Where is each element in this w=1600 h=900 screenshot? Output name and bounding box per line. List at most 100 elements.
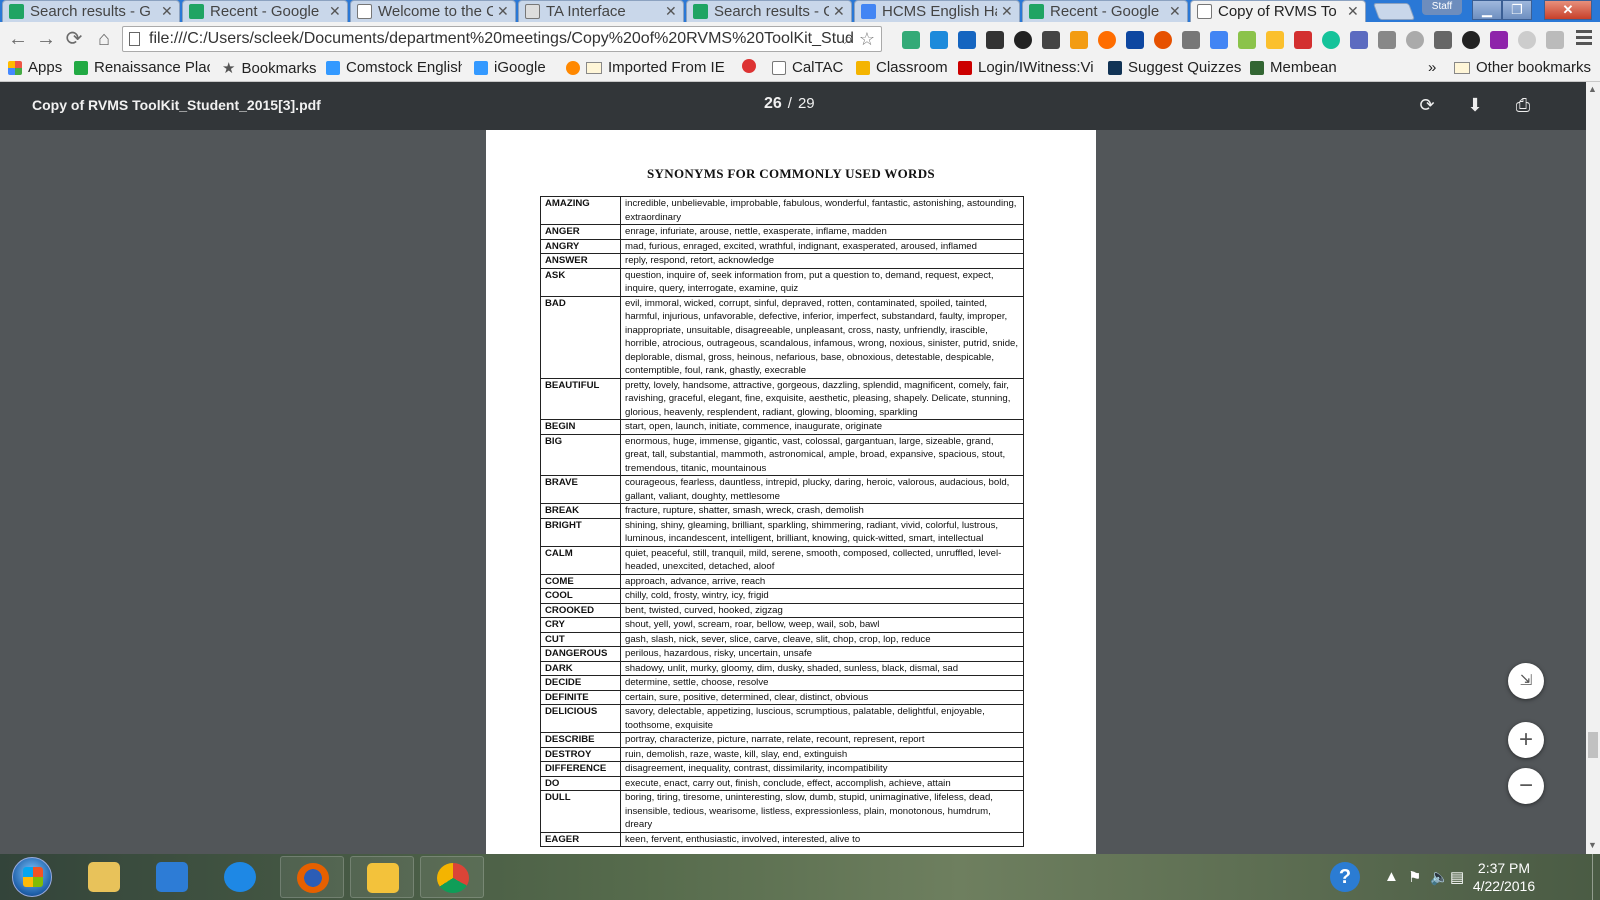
close-tab-icon[interactable]: ✕ [833,3,845,20]
extension-icon[interactable] [958,31,976,49]
close-window-button[interactable]: ✕ [1544,0,1592,20]
extension-icon[interactable] [1014,31,1032,49]
extension-icon[interactable] [902,31,920,49]
extension-icon[interactable] [1070,31,1088,49]
extension-icon[interactable] [1294,31,1312,49]
taskbar-outlook[interactable] [350,856,414,898]
bookmark-suggest-quizzes[interactable]: Suggest Quizzes [1108,59,1241,76]
pdf-viewer[interactable]: SYNONYMS FOR COMMONLY USED WORDS AMAZING… [0,130,1586,854]
close-tab-icon[interactable]: ✕ [497,3,509,20]
zoom-out-button[interactable]: − [1508,768,1544,804]
print-icon[interactable]: ⎙ [1512,94,1534,116]
extension-icon[interactable] [1350,31,1368,49]
extension-icon[interactable] [1490,31,1508,49]
download-icon[interactable]: ⬇ [1464,94,1486,116]
zoom-in-button[interactable]: + [1508,722,1544,758]
bookmark-imported-from-ie[interactable]: Imported From IE [566,59,725,76]
taskbar-firefox[interactable] [280,856,344,898]
bookmark-bookmarks[interactable]: ★ Bookmarks [222,59,316,78]
bookmark-star-icon[interactable]: ☆ [859,27,875,51]
new-tab-button[interactable] [1372,3,1416,20]
scroll-down-arrow-icon[interactable]: ▼ [1588,840,1597,850]
scroll-up-arrow-icon[interactable]: ▲ [1588,84,1597,94]
word-cell: DELICIOUS [540,704,621,733]
back-button[interactable]: ← [6,27,30,51]
tab-search-results-2[interactable]: Search results - G ✕ [686,0,852,22]
extension-icon[interactable] [1154,31,1172,49]
extension-icon[interactable] [986,31,1004,49]
ta-icon [525,4,540,19]
bookmark-moon[interactable] [742,59,762,73]
taskbar-media-player[interactable] [140,856,204,898]
vertical-scrollbar[interactable]: ▲ ▼ [1586,82,1600,854]
tab-copy-of-rvms[interactable]: Copy of RVMS To ✕ [1190,0,1366,22]
extension-icon[interactable] [1546,31,1564,49]
current-page-input[interactable]: 26 [764,95,782,112]
close-tab-icon[interactable]: ✕ [665,3,677,20]
system-clock[interactable]: 2:37 PM 4/22/2016 [1464,859,1544,895]
browser-menu-button[interactable] [1576,30,1592,48]
address-bar[interactable]: file:///C:/Users/scleek/Documents/depart… [122,26,882,52]
fit-page-button[interactable]: ⇲ [1508,663,1544,699]
close-tab-icon[interactable]: ✕ [329,3,341,20]
extension-icon[interactable] [1518,31,1536,49]
close-tab-icon[interactable]: ✕ [1169,3,1181,20]
help-icon[interactable]: ? [1330,862,1360,892]
volume-icon[interactable]: 🔈 [1430,868,1449,886]
other-bookmarks[interactable]: Other bookmarks [1454,59,1591,76]
extension-icon[interactable] [1098,31,1116,49]
show-desktop-button[interactable] [1592,854,1600,900]
tab-recent-google-2[interactable]: Recent - Google ✕ [1022,0,1188,22]
profile-badge[interactable]: Staff [1422,0,1462,15]
extension-icon[interactable] [1378,31,1396,49]
cast-icon[interactable] [1182,31,1200,49]
extension-icon[interactable] [1210,31,1228,49]
bookmark-comstock[interactable]: Comstock English [326,59,462,76]
bookmark-iwitness[interactable]: Login/IWitness:Vi [958,59,1098,76]
tab-title: Welcome to the C [378,3,493,20]
bookmarks-overflow-chevron[interactable]: » [1428,59,1436,76]
extension-icon[interactable] [1266,31,1284,49]
taskbar-internet-explorer[interactable] [208,856,272,898]
start-button[interactable] [12,857,52,897]
tab-recent-google-1[interactable]: Recent - Google ✕ [182,0,348,22]
maximize-button[interactable]: ❐ [1502,0,1532,20]
close-tab-icon[interactable]: ✕ [1001,3,1013,20]
bookmark-renaissance[interactable]: Renaissance Place [74,59,210,76]
bookmark-igoogle[interactable]: iGoogle [474,59,546,76]
scrollbar-thumb[interactable] [1588,732,1598,758]
bookmark-classroom[interactable]: Classroom [856,59,948,76]
reload-button[interactable]: ⟳ [62,27,86,51]
extension-icon[interactable] [1042,31,1060,49]
minimize-button[interactable]: ▁ [1472,0,1502,20]
forward-button[interactable]: → [34,27,58,51]
show-hidden-icons-icon[interactable]: ▲ [1384,868,1399,885]
grammarly-icon[interactable] [1322,31,1340,49]
extension-icon[interactable] [930,31,948,49]
extension-icon[interactable] [1238,31,1256,49]
tab-ta-interface[interactable]: TA Interface ✕ [518,0,684,22]
bookmark-apps[interactable]: Apps [8,59,62,76]
tab-hcms-english[interactable]: HCMS English Ha ✕ [854,0,1020,22]
tab-welcome[interactable]: Welcome to the C ✕ [350,0,516,22]
synonyms-cell: gash, slash, nick, sever, slice, carve, … [620,631,1024,647]
synonyms-cell: chilly, cold, frosty, wintry, icy, frigi… [620,588,1024,604]
tab-search-results-1[interactable]: Search results - G ✕ [2,0,180,22]
taskbar-file-explorer[interactable] [72,856,136,898]
home-button[interactable]: ⌂ [92,27,116,51]
action-center-flag-icon[interactable]: ⚑ [1408,868,1421,886]
extension-icon[interactable] [1126,31,1144,49]
table-row: DELICIOUS savory, delectable, appetizing,… [540,704,1024,733]
extension-icon[interactable] [1462,31,1480,49]
extension-icon[interactable] [1434,31,1452,49]
close-tab-icon[interactable]: ✕ [161,3,173,20]
bookmark-caltac[interactable]: CalTAC [772,59,843,76]
close-tab-icon[interactable]: ✕ [1347,3,1359,20]
extension-icon[interactable] [1406,31,1424,49]
rotate-icon[interactable]: ⟳ [1416,94,1438,116]
bookmark-membean[interactable]: Membean [1250,59,1337,76]
word-cell: DO [540,775,621,791]
table-row: BEGIN start, open, launch, initiate, comm… [540,419,1024,435]
taskbar-chrome[interactable] [420,856,484,898]
network-icon[interactable]: ▤ [1450,868,1464,886]
